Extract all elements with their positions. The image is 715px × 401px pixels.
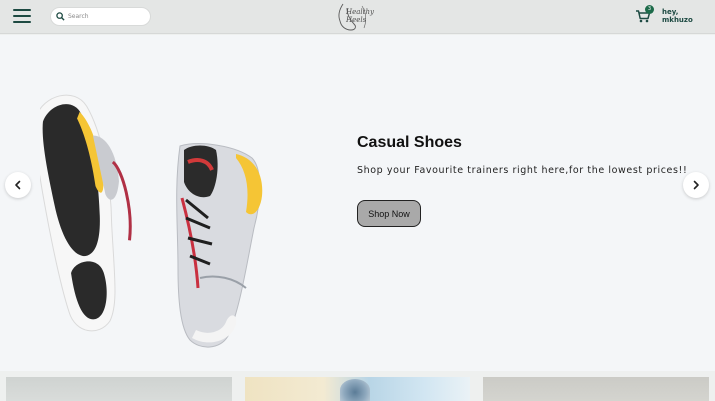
logo-text: Healthy Heels [346,8,374,24]
bowl-image [340,379,370,401]
carousel-prev-button[interactable] [5,172,31,198]
category-tiles [0,371,715,401]
category-tile[interactable] [245,377,470,401]
search-bar[interactable] [50,7,151,26]
greeting-line: hey, [662,8,679,16]
shoe-product-image [40,94,263,348]
left-shoe-sole [40,94,132,332]
top-navbar: Healthy Heels 3 hey, mkhuzo [0,0,715,34]
chevron-right-icon [693,180,699,190]
shop-now-button[interactable]: Shop Now [357,200,421,227]
user-greeting[interactable]: hey, mkhuzo [662,8,693,24]
category-tile[interactable] [6,377,232,401]
search-input[interactable] [68,13,148,20]
brand-logo[interactable]: Healthy Heels [334,2,382,32]
hero-carousel: Casual Shoes Shop your Favourite trainer… [0,35,715,371]
hero-title: Casual Shoes [357,134,462,151]
search-icon [56,12,65,21]
chevron-left-icon [15,180,21,190]
hamburger-icon[interactable] [13,9,31,23]
right-shoe-side [176,143,263,348]
hero-subtitle: Shop your Favourite trainers right here,… [357,165,688,176]
category-tile[interactable] [483,377,709,401]
cart-count-badge: 3 [645,5,654,14]
carousel-next-button[interactable] [683,172,709,198]
username: mkhuzo [662,16,693,24]
